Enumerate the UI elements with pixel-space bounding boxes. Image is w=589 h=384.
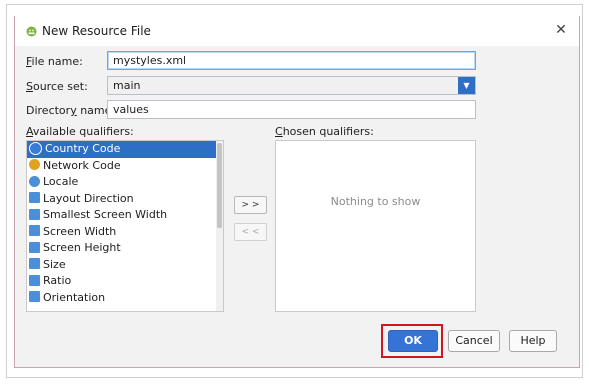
- qualifier-item[interactable]: Screen Height: [27, 240, 223, 257]
- screen-width-icon: [29, 225, 40, 236]
- chosen-qualifiers-label: Chosen qualifiers:: [275, 125, 374, 138]
- qualifier-item-label: Screen Height: [43, 241, 121, 254]
- qualifier-item[interactable]: Country Code: [27, 141, 223, 158]
- size-icon: [29, 258, 40, 269]
- qualifier-item[interactable]: Smallest Screen Width: [27, 207, 223, 224]
- file-name-input[interactable]: mystyles.xml: [107, 51, 476, 70]
- qualifier-item[interactable]: Size: [27, 257, 223, 274]
- title-bar: New Resource File ✕: [15, 16, 579, 46]
- qualifier-item-label: Orientation: [43, 290, 106, 304]
- qualifier-item[interactable]: Locale: [27, 174, 223, 191]
- empty-state-text: Nothing to show: [330, 195, 421, 208]
- qualifier-item-label: Locale: [43, 175, 79, 188]
- qualifier-item[interactable]: Layout Direction: [27, 191, 223, 208]
- android-icon: [26, 26, 37, 37]
- ratio-icon: [29, 274, 40, 286]
- qualifier-item[interactable]: Screen Width: [27, 224, 223, 241]
- qualifier-item-label: Layout Direction: [43, 191, 134, 205]
- available-qualifiers-items: Country Code Network Code Locale Layout Dir…: [27, 141, 223, 306]
- orientation-icon: [29, 291, 40, 302]
- qualifier-item-label: Screen Width: [43, 224, 117, 238]
- scrollbar[interactable]: [216, 141, 223, 311]
- qualifier-item[interactable]: Network Code: [27, 158, 223, 175]
- available-qualifiers-list[interactable]: Country Code Network Code Locale Layout Dir…: [26, 140, 224, 312]
- source-set-select[interactable]: main ▼: [107, 76, 476, 95]
- screen-height-icon: [29, 241, 40, 253]
- chevron-down-icon[interactable]: ▼: [458, 77, 475, 94]
- network-code-icon: [29, 159, 40, 170]
- directory-name-label: Directory name:: [26, 104, 116, 117]
- qualifier-item-label: Size: [43, 257, 66, 271]
- qualifier-item[interactable]: Ratio: [27, 273, 223, 290]
- qualifier-item[interactable]: Orientation: [27, 290, 223, 307]
- qualifier-item-label: Smallest Screen Width: [43, 208, 168, 221]
- help-button[interactable]: Help: [509, 330, 557, 352]
- qualifier-item-label: Country Code: [45, 142, 121, 155]
- close-button[interactable]: ✕: [553, 22, 569, 38]
- new-resource-file-dialog: New Resource File ✕ File name: mystyles.…: [14, 16, 580, 368]
- smallest-width-icon: [29, 208, 40, 220]
- cancel-button[interactable]: Cancel: [448, 330, 500, 352]
- close-icon: ✕: [555, 22, 567, 38]
- available-qualifiers-label: Available qualifiers:: [26, 125, 134, 138]
- ok-button[interactable]: OK: [388, 330, 438, 352]
- file-name-label: File name:: [26, 55, 83, 68]
- remove-qualifier-button[interactable]: < <: [234, 223, 267, 241]
- dialog-title: New Resource File: [42, 24, 151, 38]
- directory-name-input[interactable]: values: [107, 100, 476, 119]
- locale-icon: [29, 175, 40, 187]
- scrollbar-thumb[interactable]: [217, 143, 222, 228]
- country-code-icon: [29, 141, 42, 155]
- add-qualifier-button[interactable]: > >: [234, 196, 267, 214]
- qualifier-item-label: Network Code: [43, 158, 121, 172]
- chosen-qualifiers-list[interactable]: Nothing to show: [275, 140, 476, 312]
- qualifier-item-label: Ratio: [43, 274, 72, 287]
- source-set-label: Source set:: [26, 80, 88, 93]
- layout-direction-icon: [29, 192, 40, 203]
